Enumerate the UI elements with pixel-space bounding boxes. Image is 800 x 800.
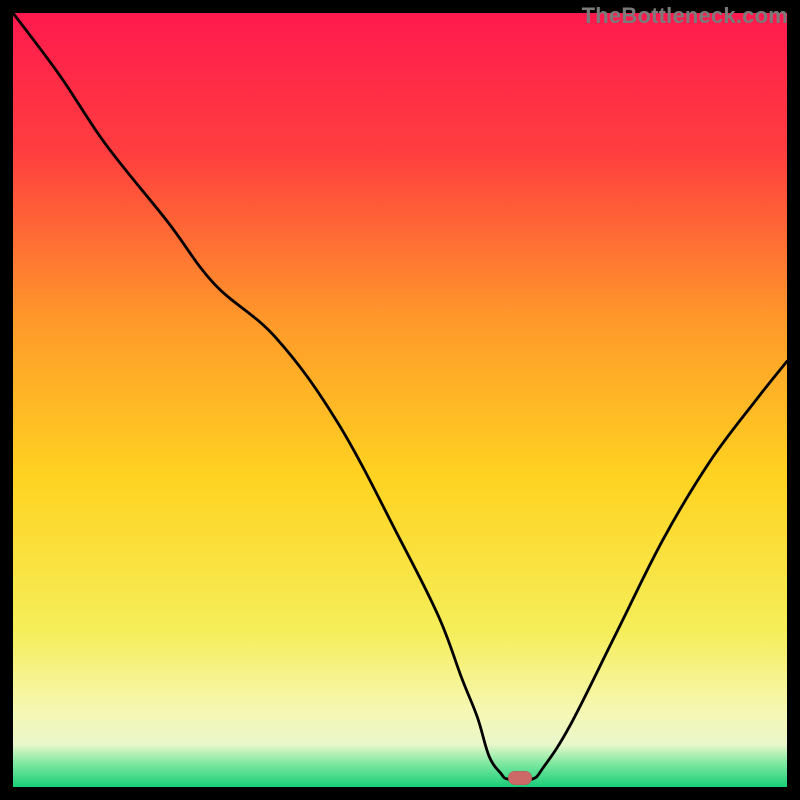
- optimum-marker: [508, 771, 532, 785]
- background-gradient: [13, 13, 787, 787]
- chart-stage: TheBottleneck.com: [0, 0, 800, 800]
- watermark-label: TheBottleneck.com: [582, 3, 788, 29]
- plot-area: [13, 13, 787, 787]
